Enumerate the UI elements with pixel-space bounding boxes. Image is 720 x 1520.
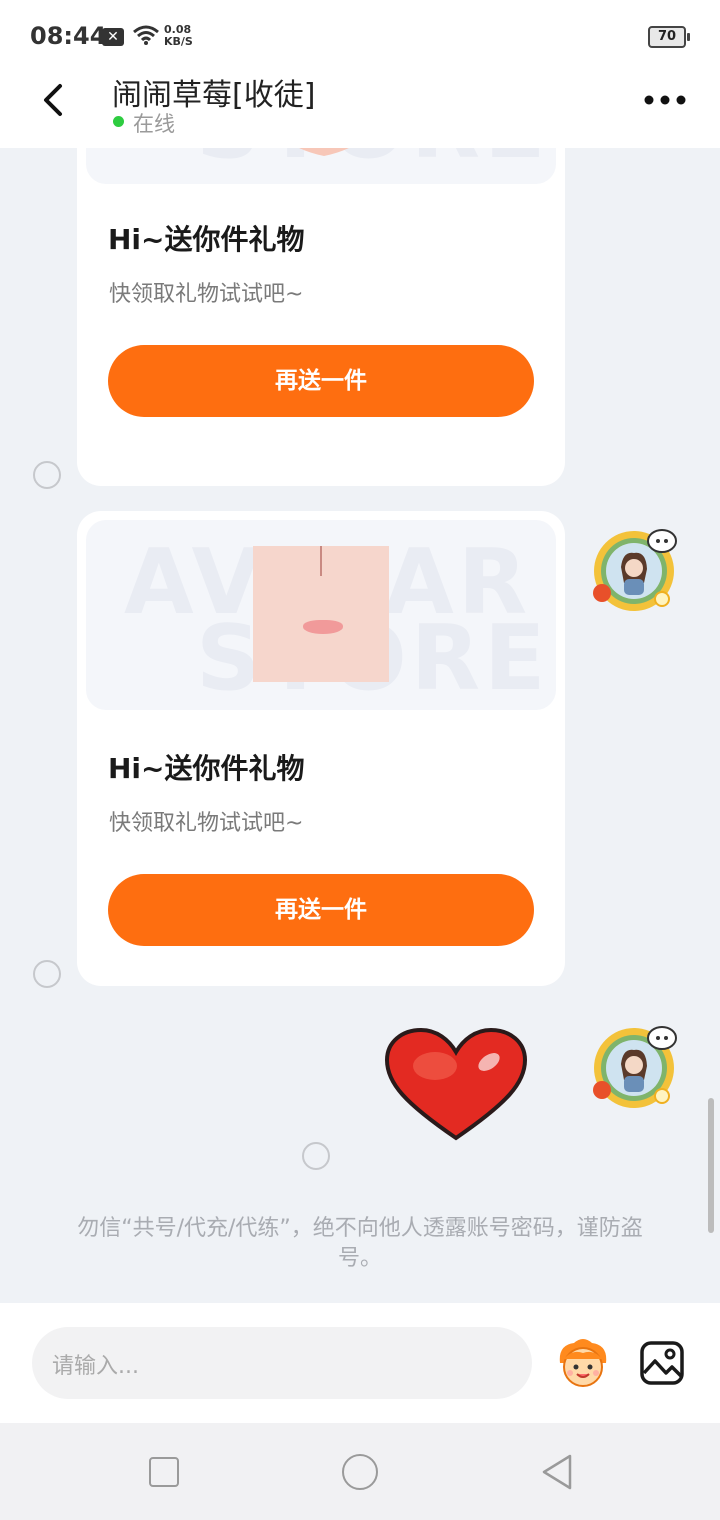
read-status-circle bbox=[302, 1142, 330, 1170]
user-avatar[interactable] bbox=[588, 523, 680, 615]
heart-sticker[interactable] bbox=[385, 1028, 527, 1143]
gift-item-preview bbox=[253, 546, 389, 682]
battery-indicator: 70 bbox=[648, 26, 690, 48]
image-icon[interactable] bbox=[640, 1341, 684, 1385]
gift-card-subtitle: 快领取礼物试试吧~ bbox=[109, 811, 304, 836]
wifi-icon bbox=[133, 25, 159, 45]
status-time: 08:44 bbox=[30, 22, 107, 50]
home-icon[interactable] bbox=[342, 1454, 378, 1490]
chat-message-list[interactable]: STORE Hi~送你件礼物 快领取礼物试试吧~ 再送一件 AVATAR STO… bbox=[0, 148, 720, 1303]
network-speed: 0.08 KB/S bbox=[164, 24, 193, 48]
input-bar: 请输入... bbox=[0, 1303, 720, 1423]
gift-card: AVATAR STORE Hi~送你件礼物 快领取礼物试试吧~ 再送一件 bbox=[77, 511, 565, 986]
gift-card-title: Hi~送你件礼物 bbox=[108, 752, 305, 785]
scrollbar[interactable] bbox=[708, 1098, 714, 1233]
online-status-dot bbox=[113, 116, 124, 127]
system-nav-bar bbox=[0, 1423, 720, 1520]
gift-card-subtitle: 快领取礼物试试吧~ bbox=[109, 282, 304, 307]
more-icon[interactable] bbox=[640, 88, 690, 112]
message-input[interactable]: 请输入... bbox=[32, 1327, 532, 1399]
back-arrow-icon[interactable] bbox=[32, 78, 76, 122]
recent-apps-icon[interactable] bbox=[149, 1457, 179, 1487]
send-again-button[interactable]: 再送一件 bbox=[108, 345, 534, 417]
online-status-label: 在线 bbox=[133, 112, 175, 136]
notification-icon: ✕ bbox=[102, 28, 124, 46]
chat-header: 闹闹草莓[收徒] 在线 bbox=[0, 70, 720, 148]
read-status-circle bbox=[33, 461, 61, 489]
user-avatar[interactable] bbox=[588, 1020, 680, 1112]
read-status-circle bbox=[33, 960, 61, 988]
emoji-icon[interactable] bbox=[554, 1337, 612, 1389]
gift-card-title: Hi~送你件礼物 bbox=[108, 223, 305, 256]
gift-image: STORE bbox=[86, 148, 556, 184]
network-speed-unit: KB/S bbox=[164, 35, 193, 48]
system-back-icon[interactable] bbox=[540, 1453, 574, 1491]
gift-image: AVATAR STORE bbox=[86, 520, 556, 710]
message-input-placeholder: 请输入... bbox=[52, 1354, 139, 1379]
send-again-button[interactable]: 再送一件 bbox=[108, 874, 534, 946]
status-bar: 08:44 ✕ 0.08 KB/S 70 bbox=[0, 0, 720, 70]
gift-item-preview bbox=[299, 148, 349, 156]
gift-card: STORE Hi~送你件礼物 快领取礼物试试吧~ 再送一件 bbox=[77, 148, 565, 486]
security-notice: 勿信“共号/代充/代练”，绝不向他人透露账号密码，谨防盗号。 bbox=[77, 1216, 643, 1271]
